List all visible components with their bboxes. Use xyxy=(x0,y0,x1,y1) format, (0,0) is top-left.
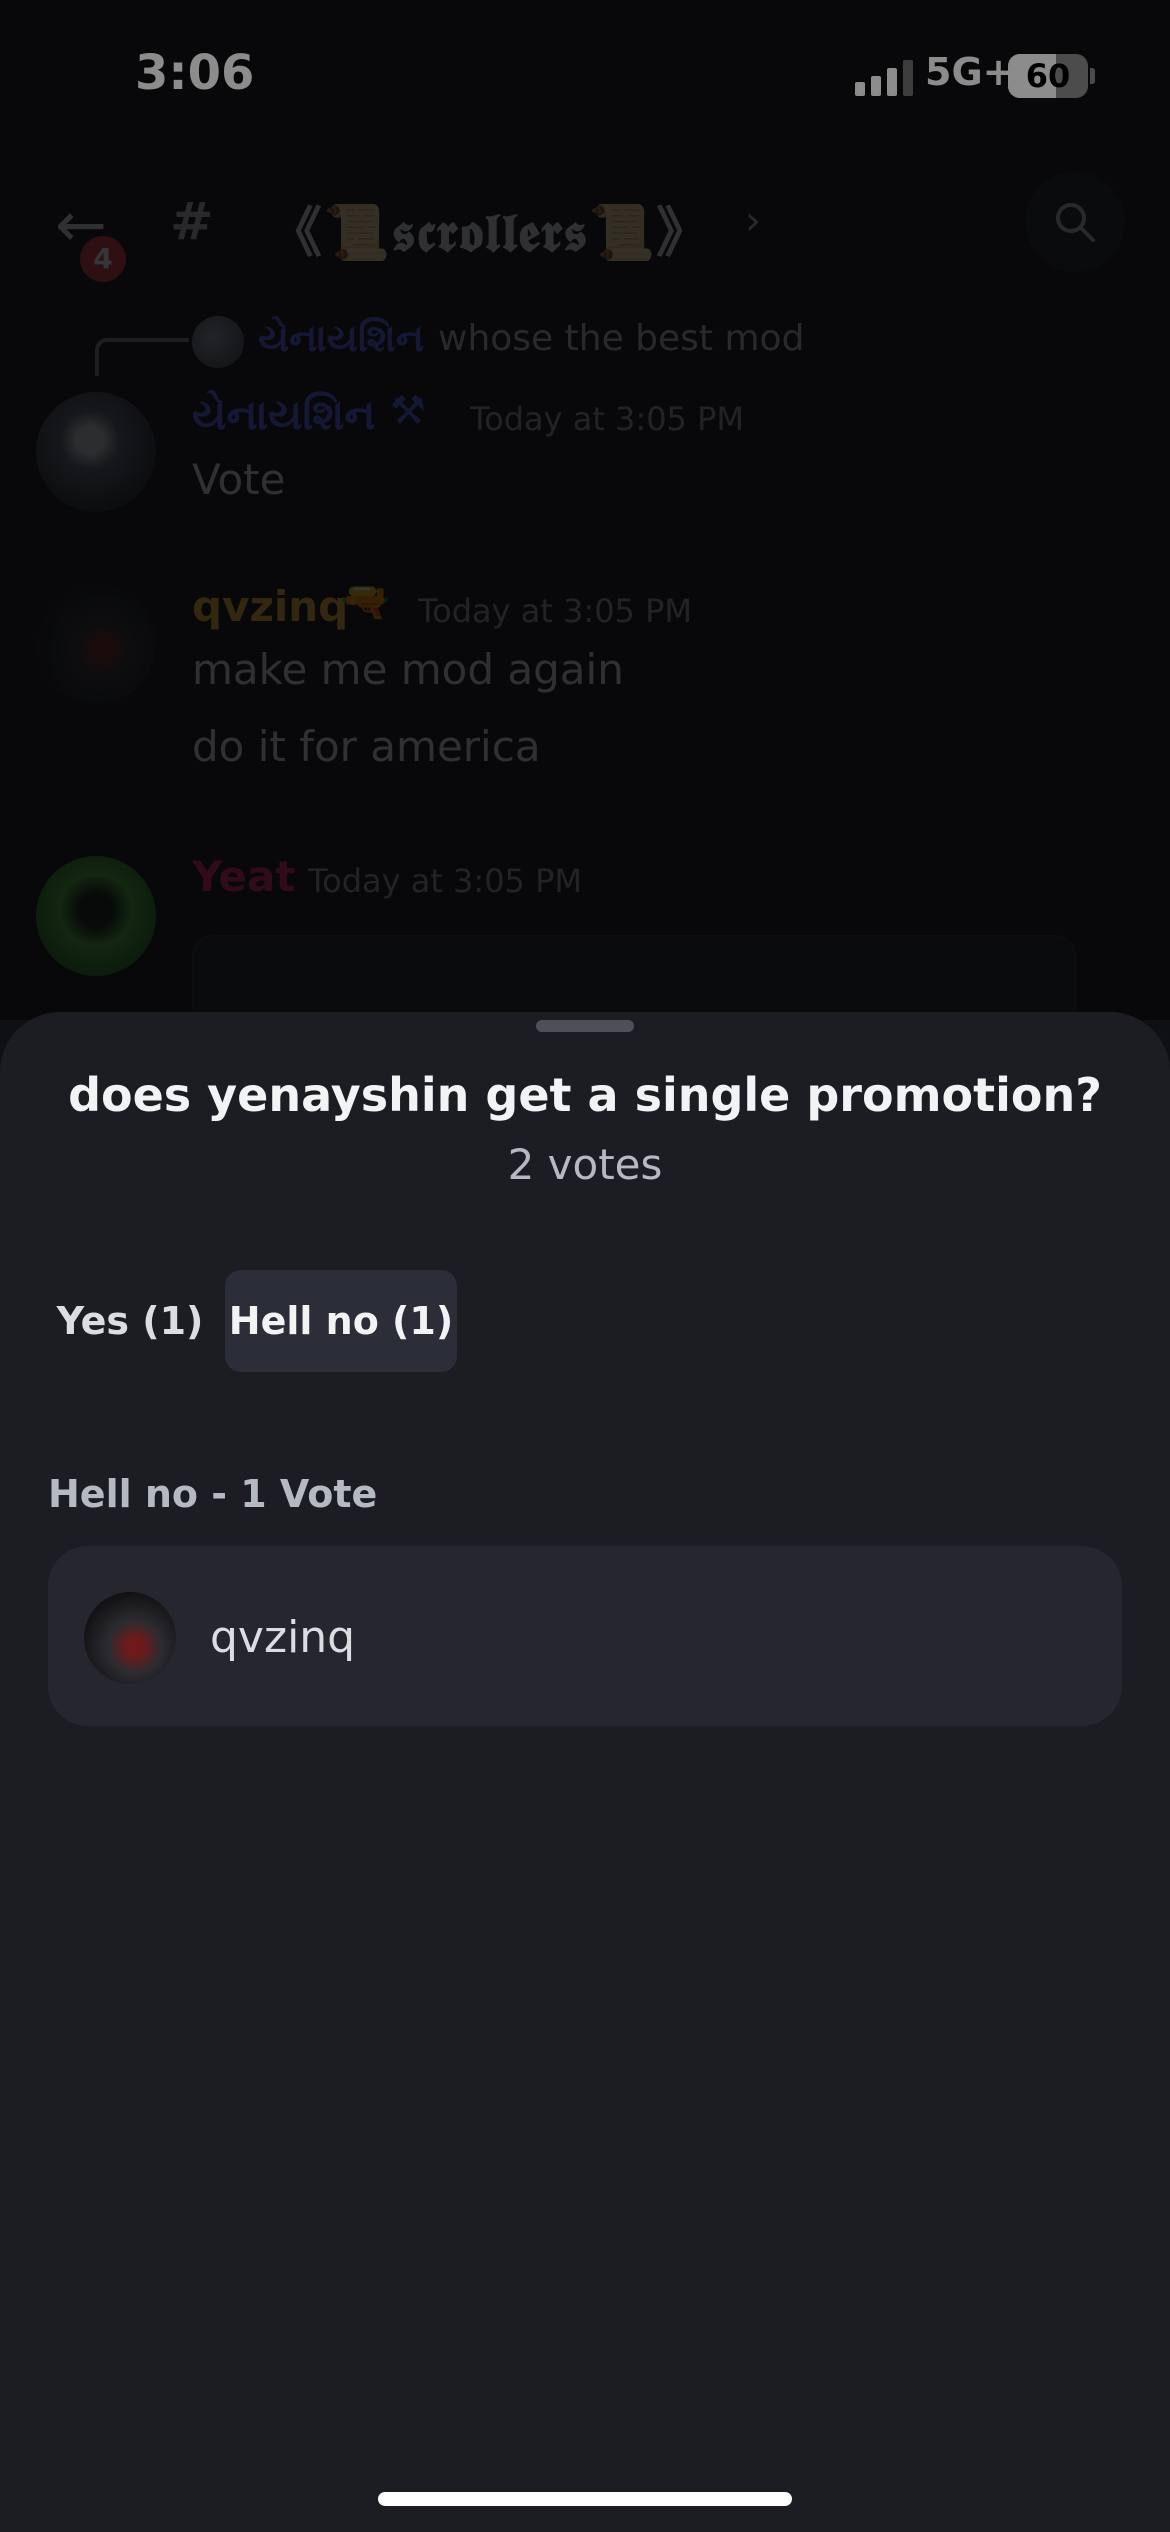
modal-backdrop[interactable] xyxy=(0,0,1170,1020)
home-indicator[interactable] xyxy=(378,2492,792,2506)
poll-total-votes: 2 votes xyxy=(507,1140,663,1189)
tab-hell-no[interactable]: Hell no (1) xyxy=(225,1270,457,1372)
avatar xyxy=(84,1592,176,1684)
tab-yes[interactable]: Yes (1) xyxy=(48,1270,212,1372)
answer-section-label: Hell no - 1 Vote xyxy=(48,1472,378,1516)
sheet-grabber[interactable] xyxy=(536,1020,634,1032)
poll-question: does yenayshin get a single promotion? xyxy=(68,1068,1102,1122)
poll-results-sheet xyxy=(0,1012,1170,2532)
voter-name: qvzinq xyxy=(210,1612,356,1663)
